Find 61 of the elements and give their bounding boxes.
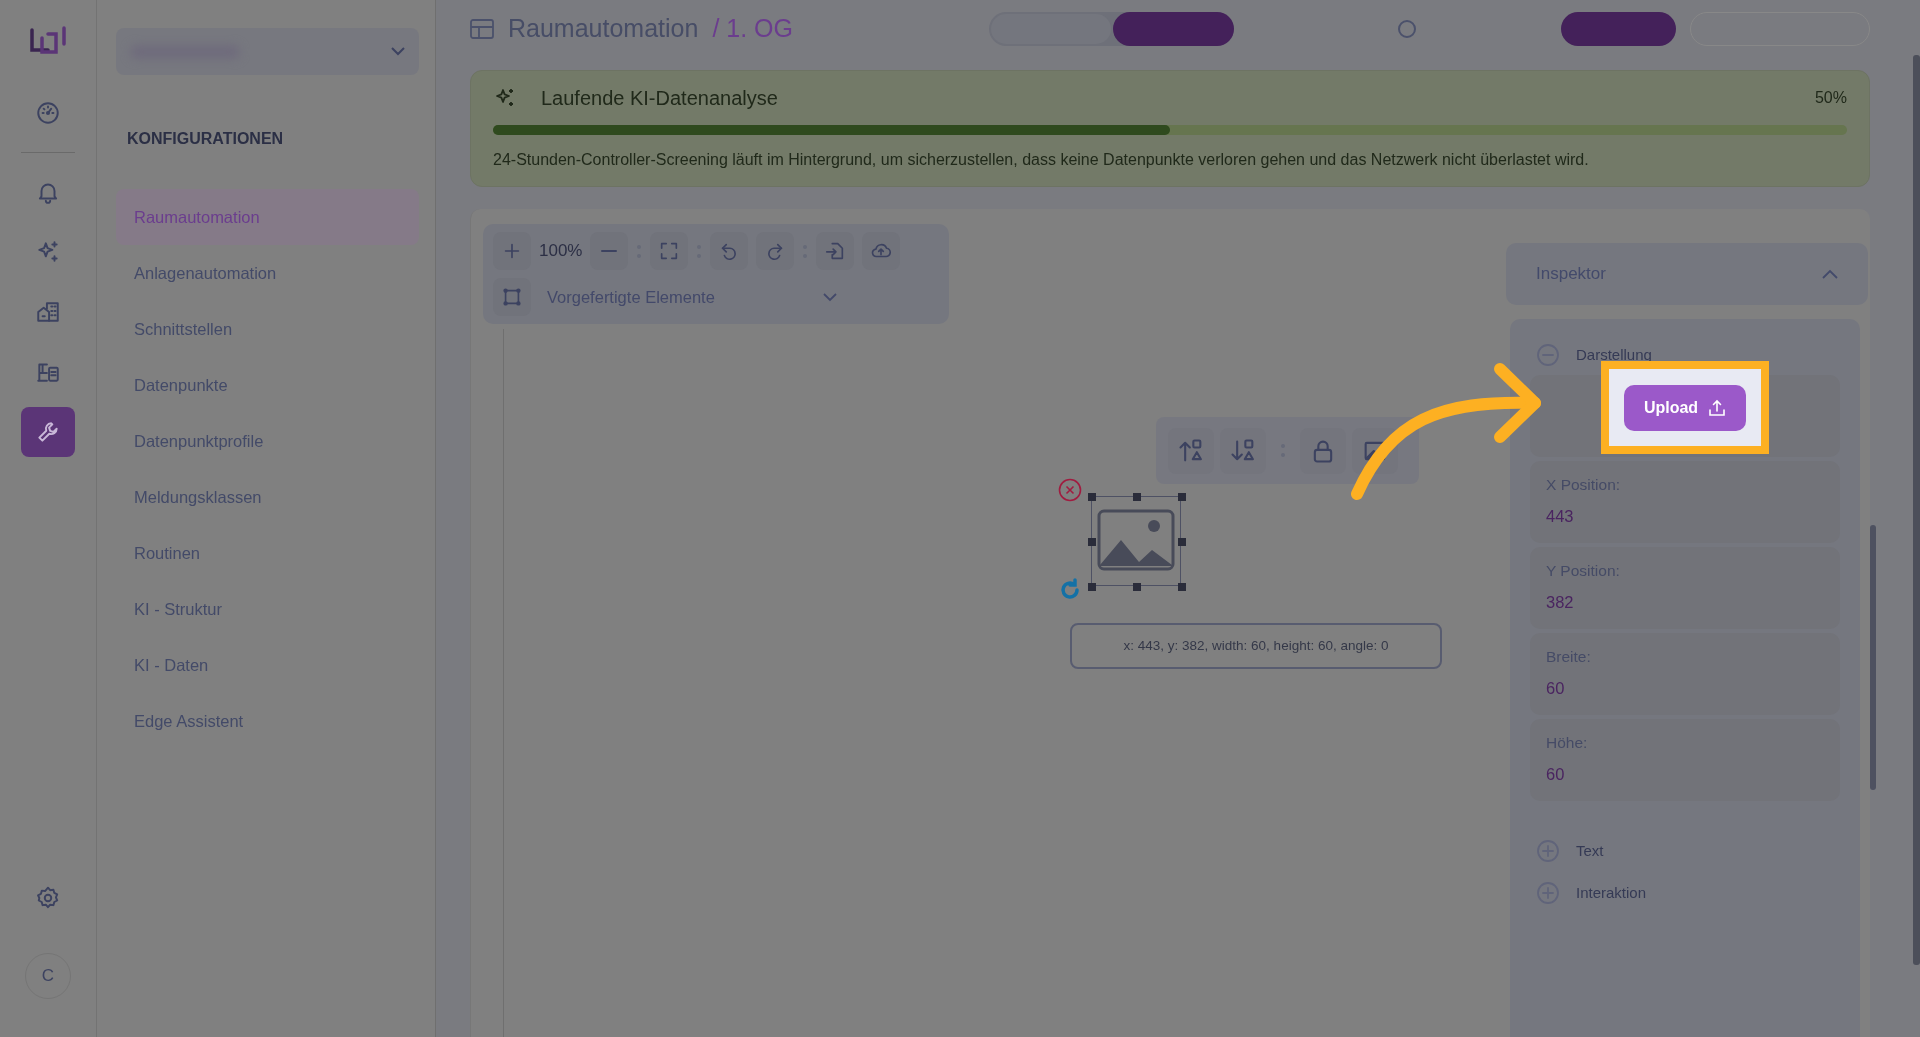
cloud-upload-button[interactable]: [862, 232, 901, 270]
shape-tool-button[interactable]: [493, 278, 531, 316]
image-icon: [1097, 509, 1175, 571]
page-subtitle: / 1. OG: [712, 13, 793, 45]
upload-button[interactable]: Upload: [1624, 384, 1746, 431]
sidebar-item[interactable]: Edge Assistent: [116, 693, 419, 749]
resize-handle[interactable]: [1088, 538, 1096, 546]
section-toggle[interactable]: Darstellung: [1530, 337, 1658, 373]
section-toggle[interactable]: Text: [1530, 833, 1610, 869]
chevron-down-icon: [823, 292, 837, 302]
workspace-selector[interactable]: [116, 28, 419, 75]
gauge-icon: [35, 100, 61, 126]
import-button[interactable]: [816, 232, 855, 270]
sidebar-item[interactable]: Anlagenautomation: [116, 245, 419, 301]
section-toggle[interactable]: Interaktion: [1530, 875, 1653, 911]
banner-title: Laufende KI-Datenanalyse: [541, 86, 778, 111]
sidebar-item[interactable]: KI - Daten: [116, 637, 419, 693]
upload-icon: [1708, 398, 1727, 417]
status-icon: [1398, 20, 1416, 38]
sparkle-icon: [35, 239, 61, 265]
chevron-down-icon: [391, 47, 405, 56]
resize-handle[interactable]: [1088, 583, 1096, 591]
delete-icon[interactable]: [1058, 478, 1082, 502]
sidebar-item[interactable]: Schnittstellen: [116, 301, 419, 357]
field-value: 60: [1546, 678, 1566, 700]
resize-handle[interactable]: [1178, 583, 1186, 591]
selection-info: x: 443, y: 382, width: 60, height: 60, angle: 0: [1070, 623, 1442, 669]
sidebar-item[interactable]: Raumautomation: [116, 189, 419, 245]
scrollbar[interactable]: [1870, 525, 1876, 790]
sidebar-item[interactable]: Datenpunktprofile: [116, 413, 419, 469]
sidebar-item[interactable]: Routinen: [116, 525, 419, 581]
resize-handle[interactable]: [1178, 493, 1186, 501]
redo-button[interactable]: [756, 232, 795, 270]
shape-tool-icon: [501, 286, 523, 308]
section-heading: KONFIGURATIONEN: [127, 129, 285, 149]
progress-percent: 50%: [1814, 88, 1847, 108]
sidebar-item[interactable]: Meldungsklassen: [116, 469, 419, 525]
wrench-icon: [35, 419, 61, 445]
field-value: 382: [1546, 592, 1575, 614]
rotate-icon[interactable]: [1058, 578, 1082, 602]
banner-message: 24-Stunden-Controller-Screening läuft im Hintergrund, um sicherzustellen, dass keine Datenpunkte verloren gehen und das Netzwerk nicht überlastet wird.: [493, 150, 1590, 170]
resize-handle[interactable]: [1133, 583, 1141, 591]
sidebar-item[interactable]: KI - Struktur: [116, 581, 419, 637]
zoom-out-button[interactable]: [590, 232, 629, 270]
resize-handle[interactable]: [1088, 493, 1096, 501]
settings-icon: [35, 885, 61, 911]
building-icon: [35, 299, 61, 325]
zoom-level: 100%: [539, 240, 583, 263]
segment-tab[interactable]: [1113, 12, 1234, 46]
wrench-nav-button[interactable]: [21, 407, 75, 457]
primary-button[interactable]: [1561, 12, 1676, 46]
zoom-in-button[interactable]: [493, 232, 531, 270]
sidebar-item[interactable]: Datenpunkte: [116, 357, 419, 413]
resize-handle[interactable]: [1178, 538, 1186, 546]
resize-handle[interactable]: [1133, 493, 1141, 501]
scrollbar[interactable]: [1913, 55, 1920, 965]
field-value: 60: [1546, 764, 1566, 786]
fit-screen-button[interactable]: [650, 232, 689, 270]
layout-icon: [470, 19, 494, 39]
field-value: 443: [1546, 506, 1575, 528]
undo-button[interactable]: [710, 232, 749, 270]
